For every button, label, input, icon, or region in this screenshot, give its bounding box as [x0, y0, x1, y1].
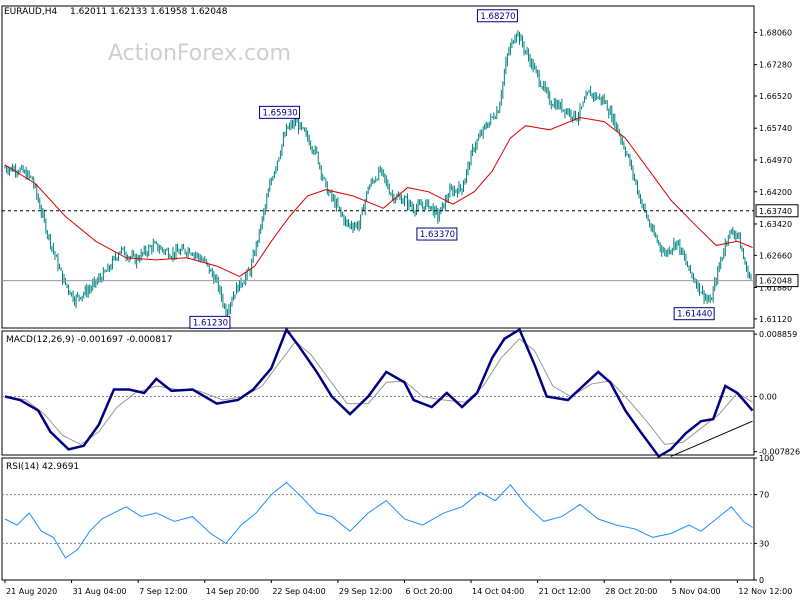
time-tick-label: 7 Sep 12:00 [139, 587, 187, 596]
price-axis-tick-label: 1.64970 [759, 156, 792, 165]
watermark: ActionForex.com [108, 41, 291, 66]
time-tick-label: 14 Sep 20:00 [206, 587, 259, 596]
price-axis-tick-label: 1.63420 [759, 220, 792, 229]
macd-axis-tick-label: 0.008859 [759, 330, 797, 339]
rsi-axis-tick-label: 70 [759, 491, 769, 500]
ohlc-label: 1.62011 1.62133 1.61958 1.62048 [70, 7, 228, 17]
price-axis-tick-label: 1.61120 [759, 315, 792, 324]
rsi-axis-tick-label: 100 [759, 454, 774, 463]
time-tick-label: 14 Oct 04:00 [472, 587, 524, 596]
macd-axis-tick-label: 0.00 [759, 393, 777, 402]
time-tick-label: 31 Aug 04:00 [73, 587, 127, 596]
time-tick-label: 21 Oct 12:00 [539, 587, 591, 596]
price-axis-tick-label: 1.67280 [759, 61, 792, 70]
price-annotation: 1.68270 [480, 12, 515, 22]
macd-title: MACD(12,26,9) -0.001697 -0.000817 [6, 335, 172, 345]
rsi-title: RSI(14) 42.9691 [6, 462, 79, 472]
time-tick-label: 22 Sep 04:00 [272, 587, 325, 596]
time-tick-label: 5 Nov 04:00 [672, 587, 721, 596]
price-axis-tick-label: 1.62660 [759, 251, 792, 260]
price-axis-tick-label: 1.64200 [759, 188, 792, 197]
price-level-label: 1.62048 [759, 277, 792, 286]
price-annotation: 1.61440 [677, 310, 712, 320]
symbol-label: EURAUD,H4 [4, 7, 57, 17]
time-tick-label: 29 Sep 12:00 [339, 587, 392, 596]
time-tick-label: 28 Oct 20:00 [605, 587, 657, 596]
price-annotation: 1.63370 [420, 230, 455, 240]
price-axis-tick-label: 1.66520 [759, 92, 792, 101]
price-level-label: 1.63740 [759, 207, 792, 216]
rsi-axis-tick-label: 0 [759, 576, 764, 585]
price-axis-tick-label: 1.68060 [759, 28, 792, 37]
price-annotation: 1.61230 [193, 318, 228, 328]
price-axis-tick-label: 1.65740 [759, 124, 792, 133]
time-tick-label: 21 Aug 2020 [6, 587, 57, 596]
rsi-axis-tick-label: 30 [759, 539, 769, 548]
chart-canvas: ActionForex.com EURAUD,H4 1.62011 1.6213… [0, 0, 800, 600]
time-tick-label: 6 Oct 20:00 [405, 587, 452, 596]
price-annotation: 1.65930 [263, 108, 298, 118]
time-tick-label: 12 Nov 12:00 [738, 587, 792, 596]
